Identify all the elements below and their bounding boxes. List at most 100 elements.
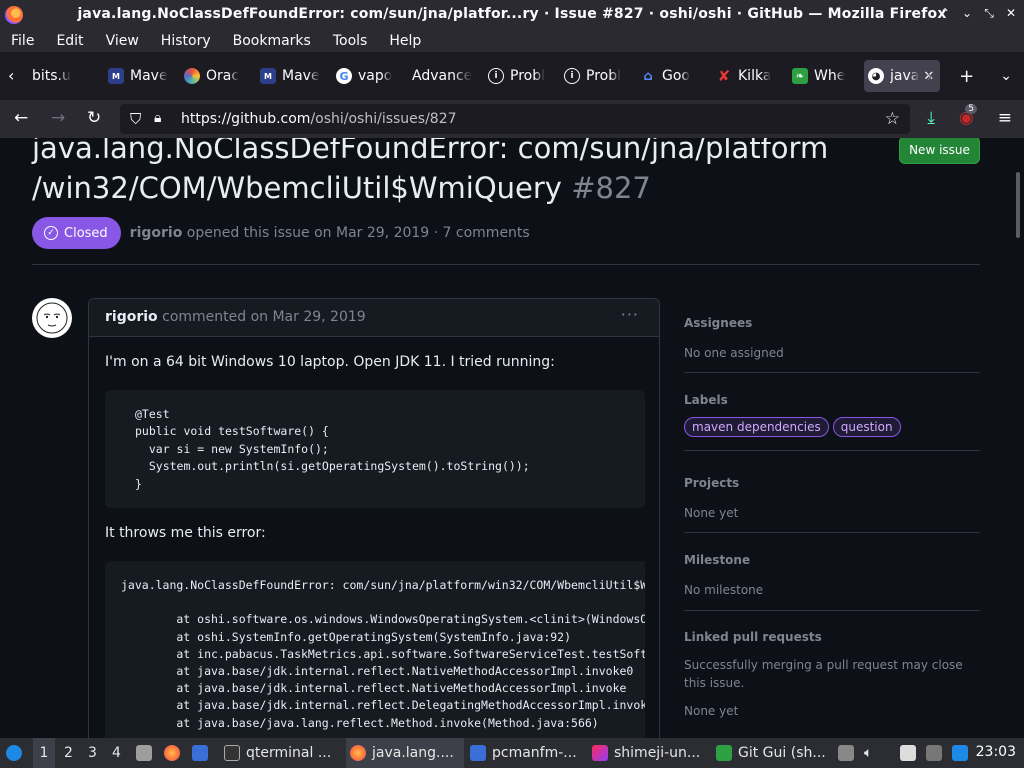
menu-hamburger-icon[interactable]: ≡: [998, 108, 1012, 128]
milestone-section: Milestone No milestone: [684, 553, 980, 599]
tab-kilka[interactable]: ✘ Kilka: [712, 60, 788, 92]
menu-view[interactable]: View: [106, 33, 139, 49]
comment-options-icon[interactable]: ···: [621, 305, 639, 324]
projects-section: Projects None yet: [684, 476, 980, 522]
code-block: java.lang.NoClassDefFoundError: com/sun/…: [105, 561, 645, 738]
maven-icon: M: [108, 68, 124, 84]
volume-icon[interactable]: 🔈︎: [864, 738, 872, 768]
url-text[interactable]: https://github.com/oshi/oshi/issues/827: [181, 111, 457, 127]
closed-status-badge: ✓ Closed: [32, 217, 121, 249]
tab-label: Mave: [282, 68, 320, 84]
tab-advance[interactable]: Advance: [408, 60, 484, 92]
linked-prs-description: Successfully merging a pull request may …: [684, 658, 963, 690]
comment-author-link[interactable]: rigorio: [105, 309, 158, 325]
taskbar: 1 2 3 4 qterminal ... java.lang.... pcma…: [0, 738, 1024, 768]
tab-label: java: [890, 68, 920, 84]
info-icon: i: [564, 68, 580, 84]
tab-bits[interactable]: bits.u: [28, 60, 104, 92]
tray-update-icon[interactable]: [952, 738, 974, 768]
new-issue-button[interactable]: New issue: [899, 138, 980, 164]
divider: [684, 532, 980, 533]
maven-icon: M: [260, 68, 276, 84]
tab-label: bits.u: [32, 68, 71, 84]
tab-where[interactable]: ❧ Whe: [788, 60, 864, 92]
new-tab-icon[interactable]: +: [959, 66, 974, 87]
tab-problem-1[interactable]: i Probl: [484, 60, 560, 92]
shield-icon[interactable]: ⛉: [130, 110, 141, 128]
url-host: https://github.com: [181, 111, 311, 127]
workspace-2[interactable]: 2: [64, 738, 73, 768]
tab-scroll-left-icon[interactable]: ‹: [8, 66, 14, 85]
forward-icon[interactable]: →: [51, 108, 65, 128]
intellij-icon: [592, 745, 608, 761]
menu-tools[interactable]: Tools: [333, 33, 368, 49]
milestone-value: No milestone: [684, 583, 764, 597]
tab-google[interactable]: Gvapo: [332, 60, 408, 92]
desktop-launcher-icon[interactable]: [192, 738, 214, 768]
network-icon[interactable]: [926, 738, 948, 768]
firefox-launcher-icon[interactable]: [164, 738, 186, 768]
oracle-icon: [184, 68, 200, 84]
menu-history[interactable]: History: [161, 33, 211, 49]
tray-notes-icon[interactable]: [900, 738, 922, 768]
assignees-value: No one assigned: [684, 346, 784, 360]
leaf-icon: ❧: [792, 68, 808, 84]
back-icon[interactable]: ←: [14, 108, 28, 128]
comment-meta: commented on Mar 29, 2019: [162, 309, 366, 325]
label-chip[interactable]: maven dependencies: [684, 417, 829, 437]
issue-author-link[interactable]: rigorio: [130, 225, 183, 241]
navigation-bar: ← → ↻ ⛉ 🔒︎ https://github.com/oshi/oshi/…: [0, 100, 1024, 138]
comment-header: rigorio commented on Mar 29, 2019 ···: [89, 299, 659, 337]
workspace-3[interactable]: 3: [88, 738, 97, 768]
menu-edit[interactable]: Edit: [56, 33, 83, 49]
workspace-1[interactable]: 1: [33, 738, 55, 768]
assignees-title[interactable]: Assignees: [684, 316, 980, 330]
taskbar-app-label: shimeji-un...: [614, 745, 701, 761]
milestone-title[interactable]: Milestone: [684, 553, 980, 567]
lock-icon[interactable]: 🔒︎: [154, 110, 161, 126]
tab-scroll-right-icon[interactable]: ›: [926, 66, 933, 87]
downloads-icon[interactable]: ⤓: [927, 108, 935, 128]
maximize-icon[interactable]: ⤡: [982, 6, 996, 21]
taskbar-app-gitgui[interactable]: Git Gui (sh...: [716, 738, 834, 768]
firefox-icon: [350, 745, 366, 761]
tab-maven-2[interactable]: M Mave: [256, 60, 332, 92]
tab-label: Goo: [662, 68, 690, 84]
tray-clipboard-icon[interactable]: [838, 738, 860, 768]
page-scrollbar[interactable]: [1016, 172, 1020, 238]
tab-goo[interactable]: ⌂ Goo: [636, 60, 712, 92]
file-manager-launcher-icon[interactable]: [136, 738, 158, 768]
list-all-tabs-icon[interactable]: ⌄: [1000, 68, 1012, 87]
reload-icon[interactable]: ↻: [87, 108, 101, 128]
divider: [684, 450, 980, 451]
avatar[interactable]: [32, 298, 72, 338]
tab-maven-1[interactable]: M Mave: [104, 60, 180, 92]
labels-title[interactable]: Labels: [684, 393, 980, 407]
taskbar-app-label: qterminal ...: [246, 745, 332, 761]
issue-closed-icon: ✓: [44, 226, 58, 240]
close-icon[interactable]: ✕: [1004, 6, 1018, 21]
issue-meta: rigorio opened this issue on Mar 29, 201…: [130, 225, 530, 241]
minimize-icon[interactable]: ⌄: [960, 6, 974, 21]
workspace-4[interactable]: 4: [112, 738, 121, 768]
tab-problem-2[interactable]: i Probl: [560, 60, 636, 92]
start-menu-icon[interactable]: [6, 738, 22, 768]
tab-oracle[interactable]: Orac: [180, 60, 256, 92]
taskbar-app-label: pcmanfm-...: [492, 745, 577, 761]
taskbar-app-pcmanfm[interactable]: pcmanfm-...: [470, 738, 588, 768]
menu-bookmarks[interactable]: Bookmarks: [233, 33, 311, 49]
menu-help[interactable]: Help: [389, 33, 421, 49]
tab-strip: bits.u M Mave Orac M Mave Gvapo Advance iP…: [28, 60, 940, 92]
taskbar-app-qterminal[interactable]: qterminal ...: [224, 738, 342, 768]
projects-title[interactable]: Projects: [684, 476, 980, 490]
issue-title-text: java.lang.NoClassDefFoundError: com/sun/…: [32, 138, 829, 205]
menu-file[interactable]: File: [11, 33, 34, 49]
bookmark-star-icon[interactable]: ☆: [885, 109, 900, 129]
keep-above-icon[interactable]: ⌃: [938, 6, 952, 21]
taskbar-app-intellij[interactable]: shimeji-un...: [592, 738, 710, 768]
linked-prs-title[interactable]: Linked pull requests: [684, 630, 980, 644]
taskbar-app-firefox[interactable]: java.lang....: [346, 738, 464, 768]
label-chip[interactable]: question: [832, 417, 901, 437]
comment-paragraph: I'm on a 64 bit Windows 10 laptop. Open …: [105, 354, 555, 370]
url-bar[interactable]: ⛉ 🔒︎ https://github.com/oshi/oshi/issues…: [120, 104, 910, 134]
